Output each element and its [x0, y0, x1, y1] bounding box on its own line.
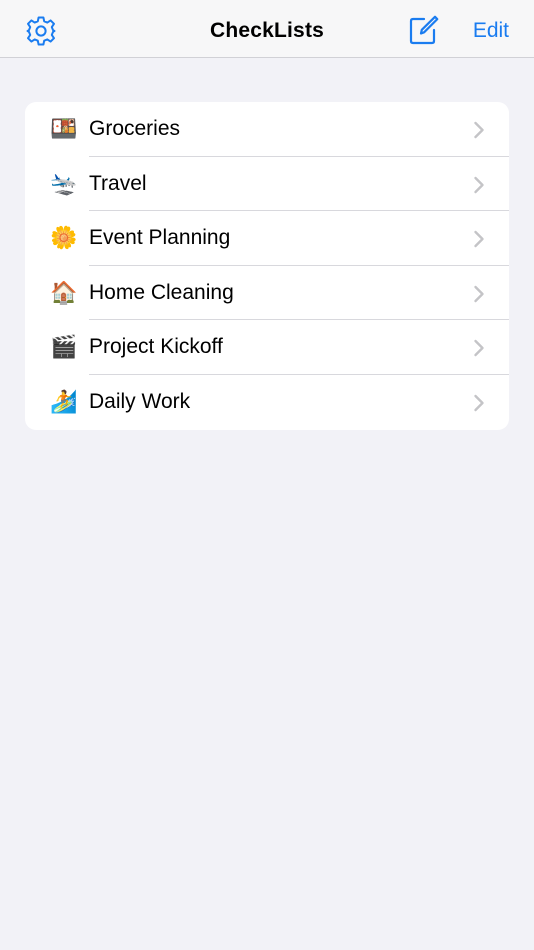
- chevron-right-icon: [474, 394, 484, 412]
- edit-button[interactable]: Edit: [473, 0, 509, 62]
- list-item-project-kickoff[interactable]: 🎬 Project Kickoff: [25, 320, 509, 375]
- chevron-right-icon: [474, 285, 484, 302]
- checklist-list: 🍱 Groceries 🛬 Travel 🌼 Event Planning 🏠 …: [25, 102, 509, 430]
- list-item-home-cleaning[interactable]: 🏠 Home Cleaning: [25, 266, 509, 321]
- list-item-travel[interactable]: 🛬 Travel: [25, 157, 509, 212]
- airplane-arriving-icon: 🛬: [50, 170, 78, 196]
- chevron-right-icon: [474, 340, 484, 357]
- navigation-bar: CheckLists Edit: [0, 0, 534, 58]
- list-item-label: Daily Work: [89, 389, 191, 413]
- list-item-groceries[interactable]: 🍱 Groceries: [25, 102, 509, 157]
- list-item-label: Travel: [89, 171, 147, 195]
- compose-icon: [409, 15, 439, 45]
- list-item-label: Project Kickoff: [89, 335, 223, 359]
- surfer-icon: 🏄: [50, 388, 78, 414]
- chevron-right-icon: [474, 121, 484, 139]
- page-title: CheckLists: [209, 19, 325, 42]
- list-item-event-planning[interactable]: 🌼 Event Planning: [25, 211, 509, 266]
- list-item-daily-work[interactable]: 🏄 Daily Work: [25, 375, 509, 430]
- chevron-right-icon: [474, 230, 484, 248]
- list-item-label: Groceries: [89, 117, 181, 140]
- new-checklist-button[interactable]: [406, 14, 440, 48]
- list-item-label: Home Cleaning: [89, 280, 234, 304]
- bento-box-icon: 🍱: [50, 116, 78, 141]
- chevron-right-icon: [474, 176, 484, 193]
- list-item-label: Event Planning: [89, 226, 231, 250]
- clapper-board-icon: 🎬: [50, 334, 78, 360]
- blossom-icon: 🌼: [50, 225, 78, 251]
- house-icon: 🏠: [50, 279, 78, 305]
